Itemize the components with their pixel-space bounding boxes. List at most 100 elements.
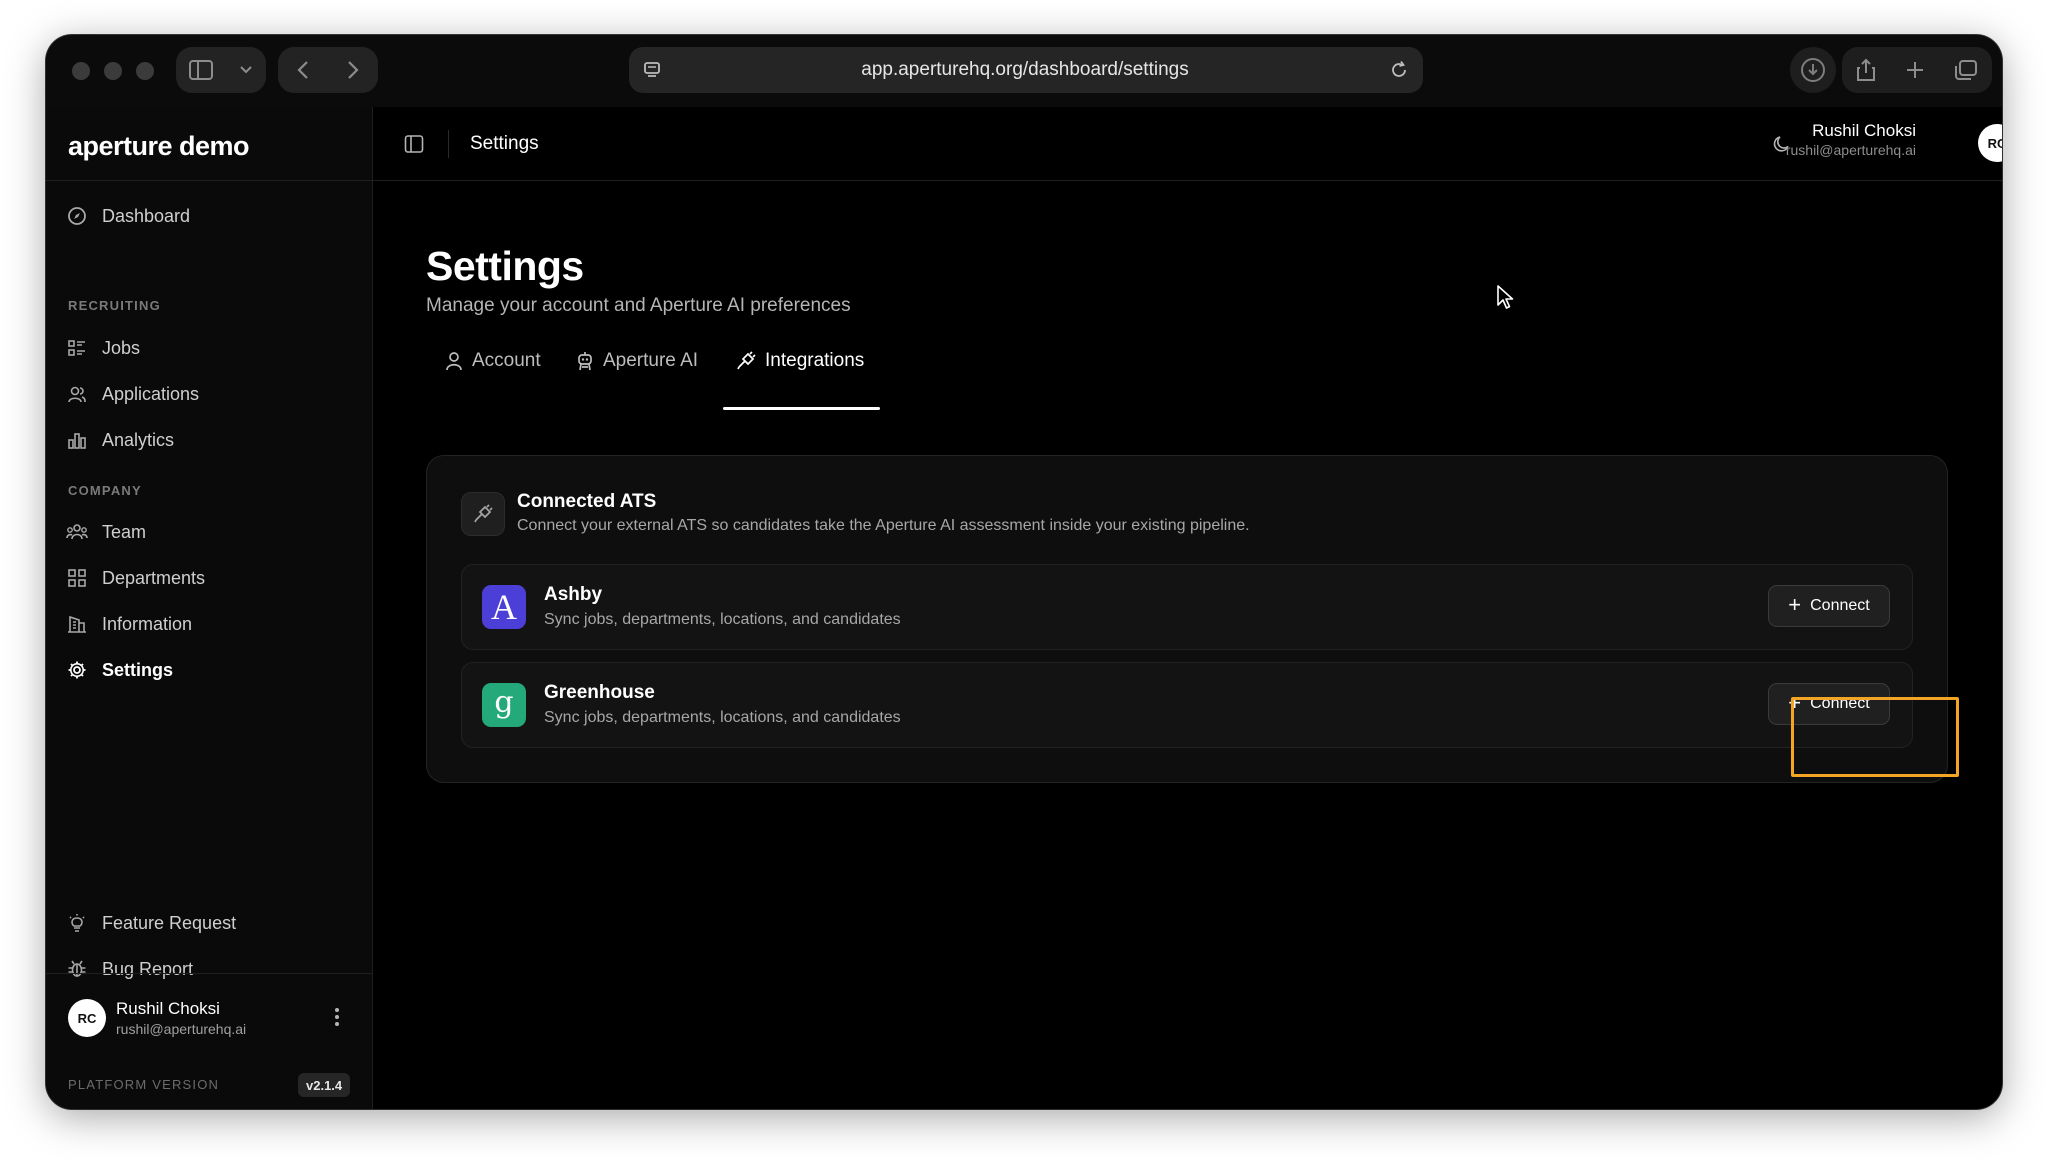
sidebar-footer-divider (46, 973, 372, 974)
header-user-email: rushil@aperturehq.ai (1785, 142, 1916, 158)
address-bar[interactable]: app.aperturehq.org/dashboard/settings (629, 47, 1423, 93)
sidebar-item-feature-request[interactable]: Feature Request (60, 903, 358, 943)
reload-icon[interactable] (1389, 60, 1409, 80)
plus-icon: + (1788, 690, 1802, 715)
browser-toolbar: app.aperturehq.org/dashboard/settings (46, 35, 2002, 107)
gear-icon (66, 659, 88, 681)
chevron-down-icon (239, 65, 253, 75)
sidebar-user-card[interactable]: RC Rushil Choksi rushil@aperturehq.ai (68, 999, 246, 1037)
panel-toggle-icon[interactable] (404, 134, 424, 159)
list-icon (66, 337, 88, 359)
sidebar-item-jobs[interactable]: Jobs (60, 328, 358, 368)
card-description: Connect your external ATS so candidates … (517, 517, 1250, 534)
active-tab-indicator (723, 407, 880, 410)
browser-window: app.aperturehq.org/dashboard/settings ap… (46, 35, 2002, 1109)
history-nav-group (278, 47, 378, 93)
sidebar-item-bug-report[interactable]: Bug Report (60, 949, 358, 989)
page-subtitle: Manage your account and Aperture AI pref… (426, 295, 851, 316)
url-text: app.aperturehq.org/dashboard/settings (861, 59, 1189, 80)
sidebar-item-label: Departments (102, 567, 206, 588)
forward-arrow-icon[interactable] (346, 60, 360, 80)
connect-greenhouse-button[interactable]: + Connect (1768, 683, 1890, 725)
version-badge: v2.1.4 (298, 1073, 351, 1097)
sidebar-item-label: Jobs (102, 337, 141, 358)
tab-actions-group (1842, 47, 1992, 93)
sidebar-item-settings[interactable]: Settings (60, 650, 358, 690)
bug-icon (66, 958, 88, 980)
sidebar-item-label: Information (102, 613, 193, 634)
tab-label: Aperture AI (603, 350, 699, 371)
plug-icon (461, 492, 505, 536)
more-vertical-icon[interactable] (334, 1006, 340, 1033)
platform-version-label: PLATFORM VERSION (68, 1077, 220, 1092)
header-user-info[interactable]: Rushil Choksi rushil@aperturehq.ai (1786, 121, 1916, 158)
integration-row-ashby: A Ashby Sync jobs, departments, location… (461, 564, 1913, 650)
connect-label: Connect (1810, 597, 1870, 614)
building-icon (66, 613, 88, 635)
compass-icon (66, 205, 88, 227)
sidebar-item-dashboard[interactable]: Dashboard (60, 196, 358, 236)
connect-label: Connect (1810, 695, 1870, 712)
browser-sidebar-icon (189, 60, 213, 80)
tab-integrations[interactable]: Integrations (736, 339, 864, 383)
sidebar-item-label: Dashboard (102, 205, 191, 226)
tab-account[interactable]: Account (445, 339, 541, 383)
integration-name: Ashby (544, 584, 603, 605)
sidebar-item-label: Bug Report (102, 958, 194, 979)
header-title: Settings (470, 133, 539, 154)
header-divider (448, 130, 449, 158)
downloads-icon[interactable] (1790, 47, 1836, 93)
card-title: Connected ATS (517, 491, 657, 512)
sidebar-item-label: Team (102, 521, 147, 542)
brand-logo[interactable]: aperture demo (68, 131, 250, 162)
sidebar-item-team[interactable]: Team (60, 512, 358, 552)
header-user-name: Rushil Choksi (1812, 121, 1916, 140)
minimize-window-button[interactable] (104, 62, 122, 80)
user-name: Rushil Choksi (116, 999, 220, 1018)
team-icon (66, 521, 88, 543)
maximize-window-button[interactable] (136, 62, 154, 80)
avatar: RC (68, 999, 106, 1037)
sidebar-item-information[interactable]: Information (60, 604, 358, 644)
back-arrow-icon[interactable] (296, 60, 310, 80)
bot-icon (576, 351, 594, 371)
grid-icon (66, 567, 88, 589)
section-label-company: COMPANY (68, 483, 142, 498)
ashby-logo-icon: A (482, 585, 526, 629)
sidebar-item-label: Analytics (102, 429, 175, 450)
tab-overview-icon[interactable] (1954, 59, 1978, 81)
new-tab-icon[interactable] (1905, 60, 1925, 80)
sidebar-item-label: Feature Request (102, 912, 237, 933)
sidebar-toggle-group[interactable] (176, 47, 266, 93)
lightbulb-icon (66, 912, 88, 934)
share-icon[interactable] (1856, 58, 1876, 82)
greenhouse-logo-icon: g (482, 683, 526, 727)
page-title: Settings (426, 243, 584, 289)
integration-row-greenhouse: g Greenhouse Sync jobs, departments, loc… (461, 662, 1913, 748)
sidebar-item-label: Applications (102, 383, 200, 404)
tab-label: Integrations (765, 350, 865, 371)
sidebar-item-departments[interactable]: Departments (60, 558, 358, 598)
sidebar: aperture demo Dashboard RECRUITING Jobs … (46, 107, 373, 1109)
sidebar-item-analytics[interactable]: Analytics (60, 420, 358, 460)
user-icon (445, 351, 463, 371)
section-label-recruiting: RECRUITING (68, 298, 161, 313)
plus-icon: + (1788, 592, 1802, 617)
sidebar-item-label: Settings (102, 659, 174, 680)
app-header: Settings Rushil Choksi rushil@aperturehq… (372, 107, 2002, 181)
integration-description: Sync jobs, departments, locations, and c… (544, 709, 901, 726)
header-avatar[interactable]: RC (1978, 124, 2002, 162)
close-window-button[interactable] (72, 62, 90, 80)
site-settings-icon[interactable] (643, 61, 661, 79)
tab-aperture-ai[interactable]: Aperture AI (576, 339, 698, 383)
connect-ashby-button[interactable]: + Connect (1768, 585, 1890, 627)
plug-icon (736, 351, 756, 371)
bar-chart-icon (66, 429, 88, 451)
tab-label: Account (472, 350, 541, 371)
users-icon (66, 383, 88, 405)
mouse-cursor-icon (1496, 284, 1514, 315)
connected-ats-card: Connected ATS Connect your external ATS … (426, 455, 1948, 783)
sidebar-item-applications[interactable]: Applications (60, 374, 358, 414)
integration-description: Sync jobs, departments, locations, and c… (544, 611, 901, 628)
integration-name: Greenhouse (544, 682, 655, 703)
